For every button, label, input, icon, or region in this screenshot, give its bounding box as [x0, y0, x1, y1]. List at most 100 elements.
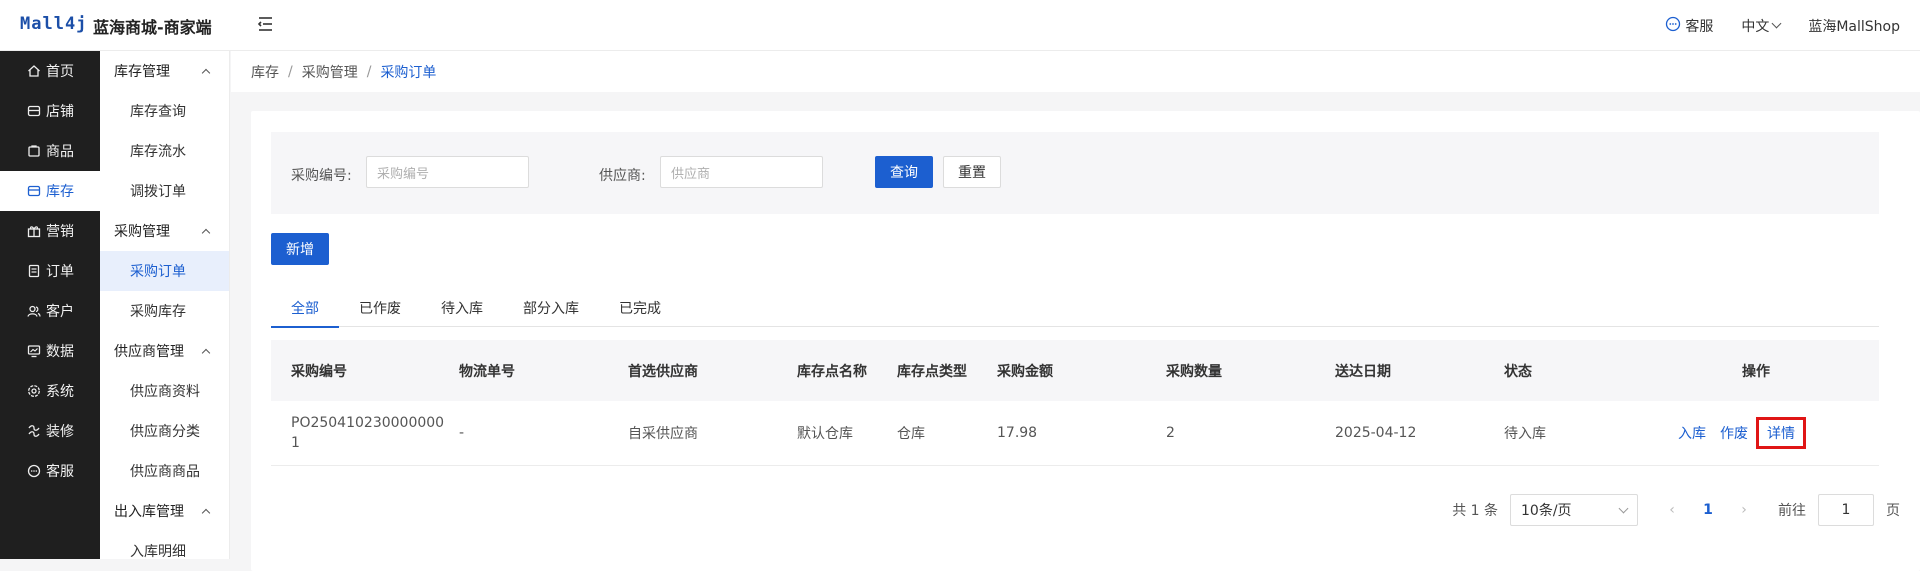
group-purchase-mgmt[interactable]: 采购管理: [100, 211, 229, 251]
nav-inventory-label: 库存: [46, 184, 74, 200]
inbound-link[interactable]: 入库: [1678, 423, 1706, 443]
language-select[interactable]: 中文: [1741, 16, 1782, 36]
chat-icon: [27, 464, 41, 478]
logo: Mall4j: [20, 14, 88, 34]
page-unit-label: 页: [1886, 503, 1900, 519]
nav-marketing[interactable]: 营销: [0, 211, 100, 251]
purchase-code-input[interactable]: 采购编号: [366, 156, 529, 188]
chevron-down-icon: [1771, 18, 1782, 29]
purchase-code-line1: PO250410230000000: [291, 415, 445, 431]
query-button[interactable]: 查询: [875, 156, 933, 188]
decorate-icon: [28, 425, 40, 437]
nav-inventory[interactable]: 库存: [0, 171, 100, 211]
nav-customer[interactable]: 客户: [0, 291, 100, 331]
page-size-select[interactable]: 10条/页: [1510, 494, 1638, 526]
nav-shop-label: 店铺: [46, 104, 74, 120]
nav-home[interactable]: 首页: [0, 51, 100, 91]
cell-status: 待入库: [1504, 426, 1546, 442]
user-menu[interactable]: 蓝海MallShop: [1808, 16, 1900, 36]
nav-shop[interactable]: 店铺: [0, 91, 100, 131]
language-label: 中文: [1741, 18, 1770, 35]
next-page-icon[interactable]: ›: [1732, 502, 1756, 518]
nav-system-label: 系统: [46, 384, 74, 400]
sidebar-item-inbound-detail[interactable]: 入库明细: [100, 531, 229, 571]
search-panel: 采购编号: 采购编号 供应商: 供应商 查询 重置: [271, 132, 1879, 214]
col-actions: 操作: [1742, 363, 1770, 380]
supplier-label: 供应商:: [599, 168, 646, 184]
nav-decorate[interactable]: 装修: [0, 411, 100, 451]
menu-collapse-icon[interactable]: [254, 13, 276, 35]
tab-completed[interactable]: 已完成: [599, 289, 681, 327]
nav-data[interactable]: 数据: [0, 331, 100, 371]
user-name: 蓝海MallShop: [1808, 18, 1900, 35]
breadcrumb-current: 采购订单: [380, 64, 437, 81]
col-store-type: 库存点类型: [897, 363, 967, 380]
sidebar-item-inventory-query[interactable]: 库存查询: [100, 91, 229, 131]
tab-partial-inbound[interactable]: 部分入库: [503, 289, 599, 327]
cell-actions: 入库 作废 详情: [1658, 417, 1842, 449]
order-icon: [28, 264, 40, 278]
group-inout-mgmt[interactable]: 出入库管理: [100, 491, 229, 531]
reset-button[interactable]: 重置: [943, 156, 1001, 188]
void-link[interactable]: 作废: [1720, 423, 1748, 443]
detail-link[interactable]: 详情: [1756, 417, 1806, 449]
customer-icon: [27, 305, 41, 317]
sidebar-item-inventory-flow[interactable]: 库存流水: [100, 131, 229, 171]
sidebar-item-supplier-category[interactable]: 供应商分类: [100, 411, 229, 451]
page-size-value: 10条/页: [1521, 503, 1572, 519]
nav-order[interactable]: 订单: [0, 251, 100, 291]
primary-sidebar: 首页 店铺 商品 库存 营销 订单 客户 数据 系统 装修 客服: [0, 51, 100, 559]
nav-marketing-label: 营销: [46, 224, 74, 240]
cell-purchase-code: PO250410230000000 1: [271, 413, 445, 453]
group-inventory-mgmt[interactable]: 库存管理: [100, 51, 229, 91]
prev-page-icon[interactable]: ‹: [1660, 502, 1684, 518]
cell-qty: 2: [1166, 425, 1175, 441]
breadcrumb-item[interactable]: 库存: [251, 62, 279, 82]
home-icon: [28, 65, 40, 77]
chevron-up-icon: [201, 228, 211, 237]
tab-pending-inbound[interactable]: 待入库: [421, 289, 503, 327]
secondary-sidebar: 库存管理 库存查询 库存流水 调拨订单 采购管理 采购订单 采购库存 供应商管理…: [100, 51, 230, 560]
nav-goods-label: 商品: [46, 144, 74, 160]
sidebar-item-supplier-info[interactable]: 供应商资料: [100, 371, 229, 411]
group-supplier-mgmt[interactable]: 供应商管理: [100, 331, 229, 371]
service-button[interactable]: 客服: [1665, 16, 1713, 36]
top-header: Mall4j 蓝海商城-商家端 客服 中文 蓝海MallShop: [0, 0, 1920, 51]
goto-label: 前往: [1778, 503, 1806, 519]
page-number[interactable]: 1: [1696, 502, 1720, 518]
breadcrumb: 库存 / 采购管理 / 采购订单: [231, 51, 1920, 92]
gift-icon: [27, 226, 41, 238]
tab-all[interactable]: 全部: [271, 289, 339, 328]
nav-decorate-label: 装修: [46, 424, 74, 440]
cell-supplier: 自采供应商: [628, 426, 698, 442]
sidebar-item-transfer-order[interactable]: 调拨订单: [100, 171, 229, 211]
nav-system[interactable]: 系统: [0, 371, 100, 411]
table-header: 采购编号 物流单号 首选供应商 库存点名称 库存点类型 采购金额 采购数量 送达…: [271, 340, 1879, 401]
shop-icon: [27, 105, 41, 117]
col-date: 送达日期: [1335, 363, 1391, 380]
table-row: PO250410230000000 1 - 自采供应商 默认仓库 仓库 17.9…: [271, 401, 1879, 466]
total-count: 共 1 条: [1452, 503, 1498, 519]
chat-bubble-icon: [1665, 16, 1681, 36]
supplier-input[interactable]: 供应商: [660, 156, 823, 188]
data-icon: [27, 345, 41, 358]
nav-customer-label: 客户: [46, 304, 74, 320]
sidebar-item-purchase-stock[interactable]: 采购库存: [100, 291, 229, 331]
breadcrumb-item[interactable]: 采购管理: [302, 62, 358, 82]
main-card: 采购编号: 采购编号 供应商: 供应商 查询 重置 新增 全部 已作废 待入库 …: [251, 111, 1920, 571]
sidebar-item-purchase-order[interactable]: 采购订单: [100, 251, 229, 291]
chevron-down-icon: [1618, 503, 1629, 513]
sidebar-item-supplier-goods[interactable]: 供应商商品: [100, 451, 229, 491]
nav-home-label: 首页: [46, 64, 74, 80]
goto-page-input[interactable]: 1: [1818, 494, 1874, 526]
add-button[interactable]: 新增: [271, 233, 329, 265]
group-label: 采购管理: [114, 224, 170, 240]
nav-goods[interactable]: 商品: [0, 131, 100, 171]
nav-service[interactable]: 客服: [0, 451, 100, 491]
cell-store-name: 默认仓库: [797, 426, 853, 442]
chevron-up-icon: [201, 348, 211, 357]
col-amount: 采购金额: [997, 363, 1053, 380]
chevron-up-icon: [201, 508, 211, 517]
col-supplier: 首选供应商: [628, 363, 698, 380]
tab-voided[interactable]: 已作废: [339, 289, 421, 327]
